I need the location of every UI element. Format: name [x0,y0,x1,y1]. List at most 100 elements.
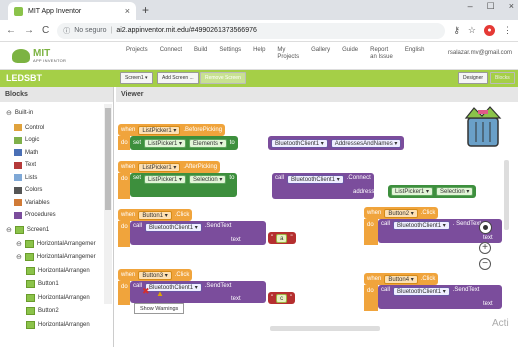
error-icon[interactable]: ✖ [142,286,150,297]
lists-icon [14,174,22,181]
reload-icon[interactable]: C [42,25,49,36]
component-node[interactable]: ⊖ Screen1 [6,226,49,234]
text-literal-c[interactable]: " c " [268,292,296,304]
browser-tab[interactable]: MIT App Inventor × [8,2,136,20]
url-field[interactable]: ⓘ No seguro | ai2.appinventor.mit.edu/#4… [57,22,446,39]
menu-projects[interactable]: Projects [126,47,148,61]
component-node[interactable]: Button2 [26,307,59,315]
component-node[interactable]: HorizontalArrangen [26,320,90,329]
menu-my-projects[interactable]: My Projects [277,47,299,61]
text-icon [14,161,22,169]
set-block-elements[interactable]: set ListPicker1 ▾ Elements ▾ to [130,136,238,150]
logo-subtitle: APP INVENTOR [33,58,67,63]
set-block-selection[interactable]: set ListPicker1 ▾ Selection ▾ to [130,173,238,197]
recenter-icon[interactable] [479,221,492,234]
event-do-bar-6: do [364,285,378,311]
builtin-item-control[interactable]: Control [14,124,44,131]
app-logo[interactable]: MIT APP INVENTOR [12,46,82,66]
menu-build[interactable]: Build [194,47,207,61]
back-icon[interactable]: ← [6,25,16,36]
designer-button[interactable]: Designer [458,72,489,84]
component-node[interactable]: ⊖ HorizontalArrangemer [16,239,96,248]
workspace-vscrollbar[interactable] [504,160,509,230]
builtin-item-math[interactable]: Math [14,149,38,156]
event-block-button4-click[interactable]: when Button4 ▾ .Click [364,273,439,285]
collapse-icon[interactable]: ⊖ [6,226,12,234]
zoom-out-button[interactable]: − [479,258,491,270]
collapse-icon[interactable]: ⊖ [16,253,22,261]
trash-can-icon[interactable] [458,104,508,150]
menu-guide[interactable]: Guide [342,47,358,61]
zoom-in-button[interactable]: + [479,242,491,254]
workspace-hscrollbar[interactable] [270,326,380,331]
variables-icon [14,199,22,206]
builtin-item-text[interactable]: Text [14,161,36,169]
getter-addresses-block[interactable]: BluetoothClient1 ▾ AddressesAndNames ▾ [268,136,405,150]
sendtext-text-socket-3: text [231,296,241,302]
builtin-item-procedures[interactable]: Procedures [14,211,56,219]
menu-gallery[interactable]: Gallery [311,47,330,61]
event-block-before-picking[interactable]: when ListPicker1 ▾ .BeforePicking [118,124,226,136]
blocks-panel-title: Blocks [0,87,113,102]
profile-avatar[interactable]: ● [484,25,495,36]
logo-bee-icon [12,49,30,63]
call-sendtext-button3[interactable]: call BluetoothClient1 ▾ .SendText [130,281,266,303]
key-icon[interactable]: ⚷ [453,25,460,36]
event-block-button2-click[interactable]: when Button2 ▾ .Click [364,207,439,219]
component-icon [26,280,35,288]
menu-help[interactable]: Help [253,47,265,61]
minimize-icon[interactable]: – [468,1,473,12]
math-icon [14,149,22,156]
component-icon [24,253,34,261]
tab-close-icon[interactable]: × [125,6,130,16]
app-favicon-icon [14,6,23,16]
menu-dots-icon[interactable]: ⋮ [503,25,512,36]
collapse-icon[interactable]: ⊖ [6,109,12,117]
user-email[interactable]: rsalazar.mv@gmail.com [448,50,512,56]
builtin-item-variables[interactable]: Variables [14,199,50,206]
new-tab-button[interactable]: + [142,3,149,17]
component-node[interactable]: HorizontalArrangen [26,293,90,302]
blocks-button[interactable]: Blocks [490,72,515,84]
text-literal-a[interactable]: " a " [268,232,296,244]
menu-report-issue[interactable]: Report an Issue [370,47,393,61]
component-node[interactable]: HorizontalArrangen [26,266,90,275]
collapse-icon[interactable]: ⊖ [16,240,22,248]
activate-watermark: Acti [492,318,509,329]
menu-settings[interactable]: Settings [219,47,241,61]
control-icon [14,124,22,131]
procedures-icon [14,211,22,219]
component-node[interactable]: ⊖ HorizontalArrangemer [16,253,96,261]
viewer-title: Viewer [116,87,518,102]
remove-screen-button[interactable]: Remove Screen [200,72,246,84]
builtin-item-lists[interactable]: Lists [14,174,37,181]
logic-icon [14,136,22,144]
project-name: LEDSBT [6,73,42,83]
forward-icon[interactable]: → [24,25,34,36]
colors-icon [14,186,22,194]
builtin-item-colors[interactable]: Colors [14,186,42,194]
screen-select[interactable]: Screen1 ▾ [120,72,153,84]
getter-selection-block[interactable]: ListPicker1 ▾ Selection ▾ [388,185,477,198]
info-icon[interactable]: ⓘ [63,26,70,36]
menu-connect[interactable]: Connect [160,47,182,61]
show-warnings-button[interactable]: Show Warnings [134,303,185,314]
close-window-icon[interactable]: × [509,1,514,12]
blocks-panel-scrollbar[interactable] [104,104,112,304]
star-icon[interactable]: ☆ [468,25,476,36]
menu-language[interactable]: English [405,47,425,61]
add-screen-button[interactable]: Add Screen ... [157,72,199,84]
event-block-button1-click[interactable]: when Button1 ▾ .Click [118,209,193,221]
scrollbar-thumb[interactable] [105,108,111,210]
event-block-button3-click[interactable]: when Button3 ▾ .Click [118,269,193,281]
component-node[interactable]: Button1 [26,280,59,288]
logo-title: MIT [33,48,51,59]
builtin-node[interactable]: ⊖ Built-in [6,109,33,117]
project-toolbar [0,70,518,87]
call-sendtext-button1[interactable]: call BluetoothClient1 ▾ .SendText [130,221,266,245]
maximize-icon[interactable]: ☐ [487,1,495,12]
event-block-after-picking[interactable]: when ListPicker1 ▾ .AfterPicking [118,161,221,173]
component-icon [24,239,34,248]
warning-icon[interactable]: ▲ [156,289,164,298]
builtin-item-logic[interactable]: Logic [14,136,39,144]
